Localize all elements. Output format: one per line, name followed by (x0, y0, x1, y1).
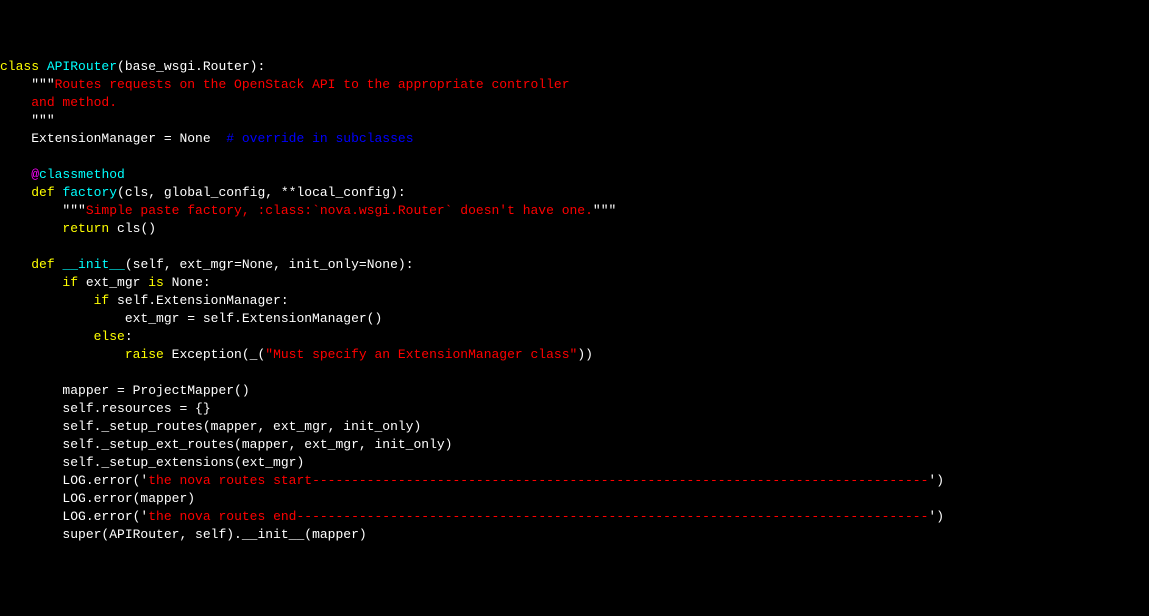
code-line: ext_mgr = self.ExtensionManager() (0, 310, 1149, 328)
code-line (0, 238, 1149, 256)
token-plain: LOG.error(' (62, 509, 148, 524)
code-line (0, 364, 1149, 382)
code-line: self._setup_ext_routes(mapper, ext_mgr, … (0, 436, 1149, 454)
token-plain: Exception(_( (164, 347, 265, 362)
token-plain: (base_wsgi.Router): (117, 59, 265, 74)
token-str: the nova routes end---------------------… (148, 509, 928, 524)
token-plain: : (125, 329, 133, 344)
token-kw: if (62, 275, 78, 290)
code-line: if ext_mgr is None: (0, 274, 1149, 292)
token-kw: class (0, 59, 47, 74)
token-name: APIRouter (47, 59, 117, 74)
token-plain: cls() (109, 221, 156, 236)
token-kw: raise (125, 347, 164, 362)
code-line: self._setup_routes(mapper, ext_mgr, init… (0, 418, 1149, 436)
token-plain: """ (31, 113, 54, 128)
code-line: """ (0, 112, 1149, 130)
token-plain: None: (164, 275, 211, 290)
token-plain: mapper = ProjectMapper() (62, 383, 249, 398)
token-str: the nova routes start-------------------… (148, 473, 928, 488)
token-plain: LOG.error(' (62, 473, 148, 488)
token-str: "Must specify an ExtensionManager class" (265, 347, 577, 362)
code-line: LOG.error('the nova routes start--------… (0, 472, 1149, 490)
code-line: def factory(cls, global_config, **local_… (0, 184, 1149, 202)
token-plain: self._setup_routes(mapper, ext_mgr, init… (62, 419, 421, 434)
code-line: if self.ExtensionManager: (0, 292, 1149, 310)
code-line: @classmethod (0, 166, 1149, 184)
code-line: def __init__(self, ext_mgr=None, init_on… (0, 256, 1149, 274)
token-plain: """ (31, 77, 54, 92)
token-plain: ext_mgr = self.ExtensionManager() (125, 311, 382, 326)
token-plain: """ (62, 203, 85, 218)
token-plain: (cls, global_config, **local_config): (117, 185, 406, 200)
token-plain: self._setup_extensions(ext_mgr) (62, 455, 304, 470)
token-name: factory (62, 185, 117, 200)
token-plain: super(APIRouter, self).__init__(mapper) (62, 527, 366, 542)
code-line: LOG.error(mapper) (0, 490, 1149, 508)
token-plain: self.ExtensionManager: (109, 293, 288, 308)
token-plain: ext_mgr (78, 275, 148, 290)
token-plain: ExtensionManager = None (31, 131, 226, 146)
token-str: Simple paste factory, :class:`nova.wsgi.… (86, 203, 593, 218)
token-plain: ') (928, 473, 944, 488)
token-kw: return (62, 221, 109, 236)
token-plain: LOG.error(mapper) (62, 491, 195, 506)
token-dec: classmethod (39, 167, 125, 182)
token-plain: self._setup_ext_routes(mapper, ext_mgr, … (62, 437, 452, 452)
token-plain: """ (593, 203, 616, 218)
code-line: LOG.error('the nova routes end----------… (0, 508, 1149, 526)
token-cmt: # override in subclasses (226, 131, 413, 146)
token-at: @ (31, 167, 39, 182)
code-line: """Simple paste factory, :class:`nova.ws… (0, 202, 1149, 220)
token-plain: ') (928, 509, 944, 524)
code-line: mapper = ProjectMapper() (0, 382, 1149, 400)
token-kw: def (31, 185, 62, 200)
token-kw: is (148, 275, 164, 290)
token-kw: if (94, 293, 110, 308)
code-line: self._setup_extensions(ext_mgr) (0, 454, 1149, 472)
code-line (0, 148, 1149, 166)
code-line: raise Exception(_("Must specify an Exten… (0, 346, 1149, 364)
code-line: """Routes requests on the OpenStack API … (0, 76, 1149, 94)
code-line: class APIRouter(base_wsgi.Router): (0, 58, 1149, 76)
code-line: ExtensionManager = None # override in su… (0, 130, 1149, 148)
token-plain: self.resources = {} (62, 401, 210, 416)
code-line: super(APIRouter, self).__init__(mapper) (0, 526, 1149, 544)
token-kw: def (31, 257, 62, 272)
code-line: and method. (0, 94, 1149, 112)
token-name: __init__ (62, 257, 124, 272)
code-line: self.resources = {} (0, 400, 1149, 418)
token-plain: )) (577, 347, 593, 362)
code-block: class APIRouter(base_wsgi.Router): """Ro… (0, 58, 1149, 544)
code-line: else: (0, 328, 1149, 346)
token-str: Routes requests on the OpenStack API to … (55, 77, 570, 92)
token-kw: else (94, 329, 125, 344)
token-str: and method. (31, 95, 117, 110)
code-line: return cls() (0, 220, 1149, 238)
token-plain: (self, ext_mgr=None, init_only=None): (125, 257, 414, 272)
